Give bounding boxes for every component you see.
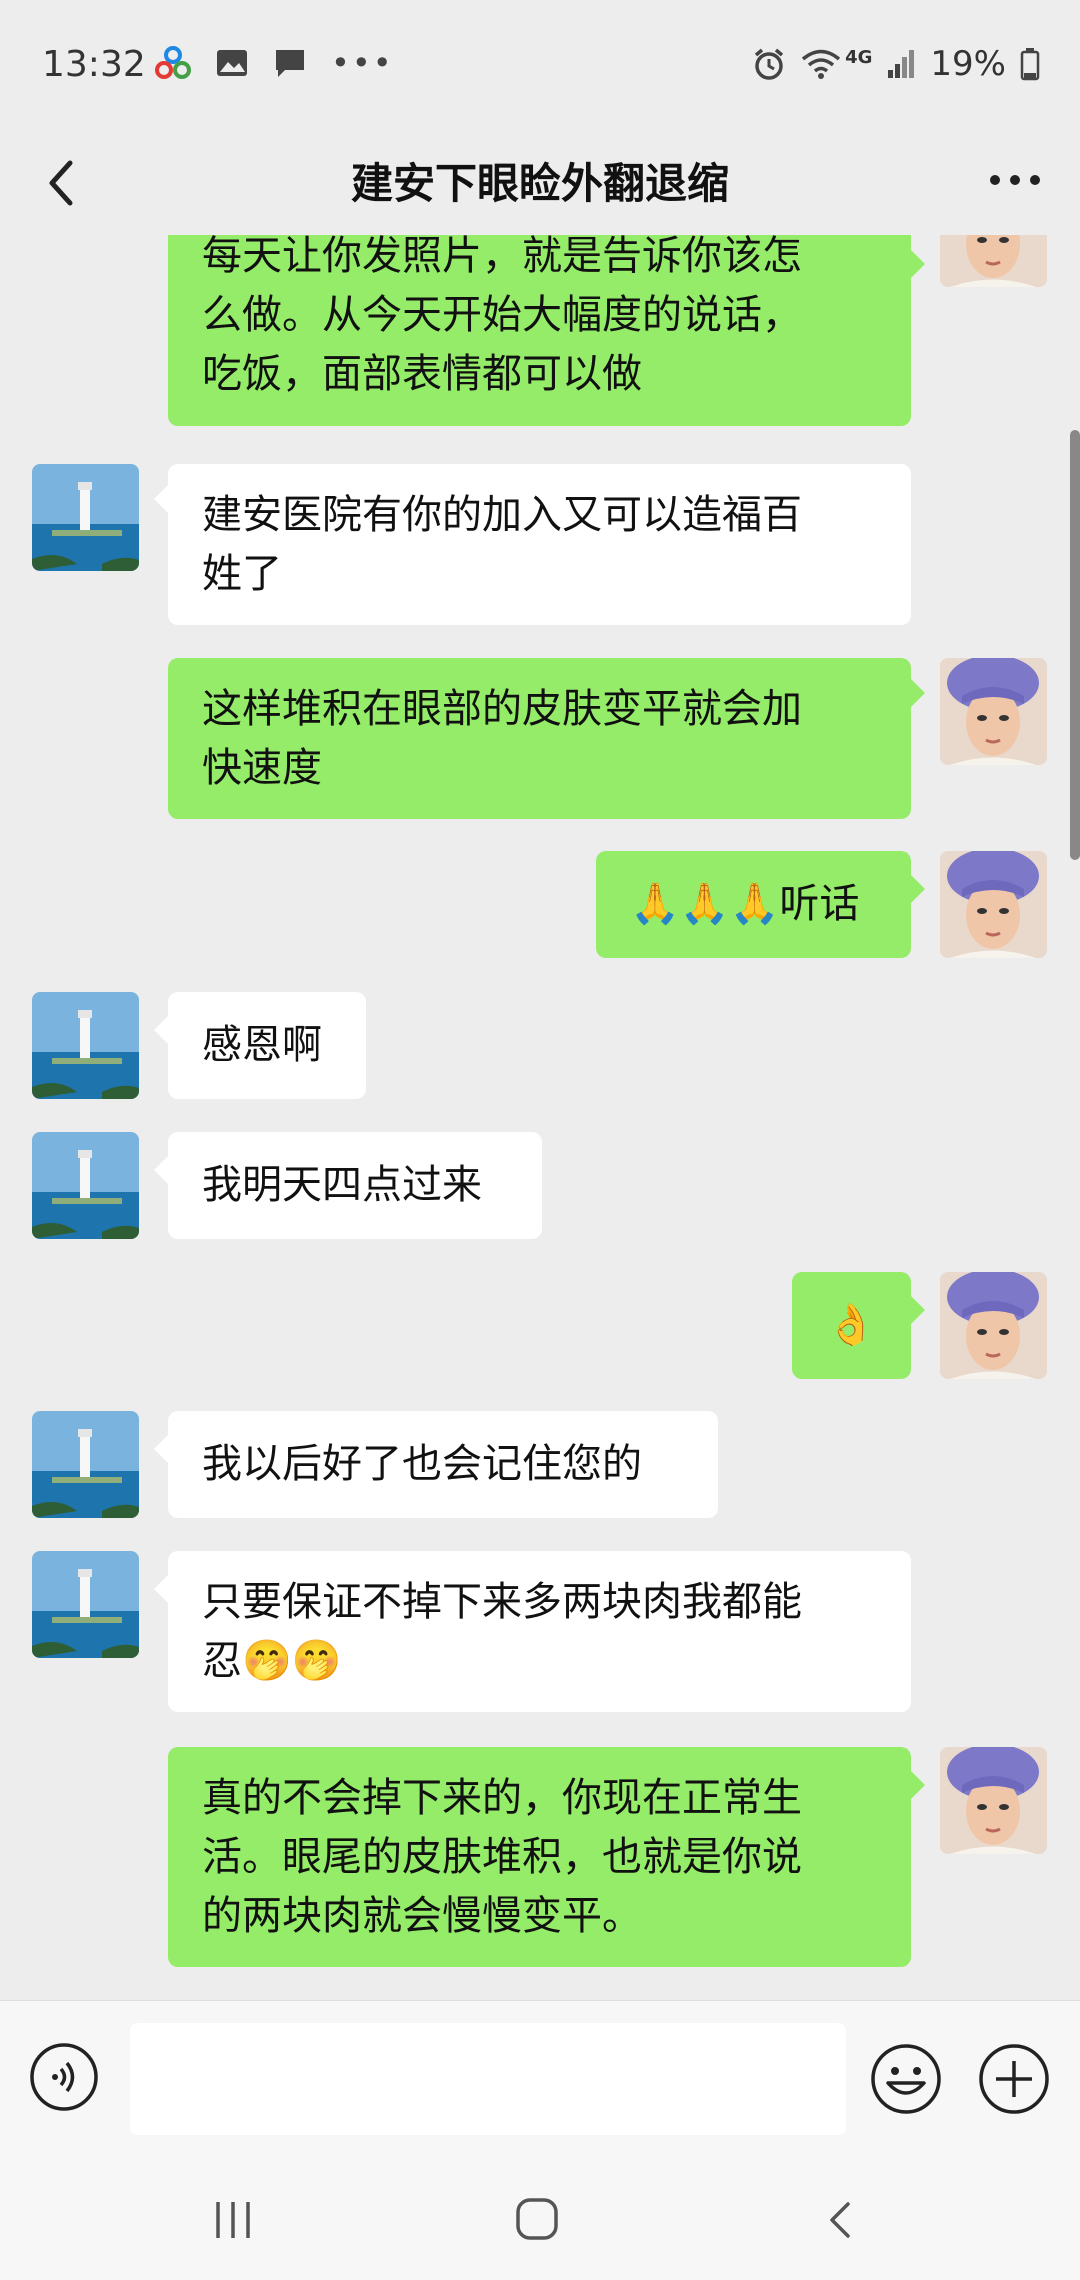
message-bubble-self[interactable]: 👌 [792, 1272, 911, 1379]
message-bubble-self[interactable]: 真的不会掉下来的，你现在正常生 活。眼尾的皮肤堆积，也就是你说 的两块肉就会慢慢… [168, 1747, 911, 1967]
signal-icon [888, 50, 915, 78]
scrollbar[interactable] [1070, 430, 1080, 860]
chat-title: 建安下眼睑外翻退缩 [350, 159, 729, 208]
status-notification-icons: ••• [155, 44, 394, 82]
home-icon[interactable] [514, 2196, 560, 2242]
app-notification-icon [155, 46, 191, 79]
wifi-icon [801, 49, 841, 79]
alarm-icon [754, 48, 784, 80]
avatar-other[interactable] [32, 992, 139, 1099]
gallery-icon [217, 50, 247, 76]
message-bubble-other[interactable]: 只要保证不掉下来多两块肉我都能 忍🤭🤭 [168, 1551, 911, 1712]
emoji-icon[interactable] [868, 2041, 944, 2117]
system-back-icon[interactable] [820, 2198, 860, 2242]
network-type: 4G [845, 46, 873, 68]
status-bar: 13:32 ••• 4G 19% [0, 0, 1080, 130]
avatar-self[interactable] [940, 658, 1047, 765]
chat-messages: 每天让你发照片，就是告诉你该怎 么做。从今天开始大幅度的说话， 吃饭，面部表情都… [0, 235, 1080, 2000]
message-bubble-other[interactable]: 我以后好了也会记住您的 [168, 1411, 718, 1518]
avatar-self[interactable] [940, 235, 1047, 287]
system-navigation-bar [0, 2160, 1080, 2280]
message-bubble-other[interactable]: 建安医院有你的加入又可以造福百 姓了 [168, 464, 911, 625]
battery-level: 19% [930, 44, 1006, 84]
message-bubble-self[interactable]: 🙏🙏🙏听话 [596, 851, 911, 958]
battery-icon [1020, 48, 1040, 81]
input-bar [0, 2000, 1080, 2161]
avatar-other[interactable] [32, 464, 139, 571]
status-right: 4G 19% [751, 44, 1040, 84]
more-options-icon[interactable] [980, 150, 1050, 210]
chat-header: 建安下眼睑外翻退缩 [0, 130, 1080, 245]
message-bubble-self[interactable]: 这样堆积在眼部的皮肤变平就会加 快速度 [168, 658, 911, 819]
voice-icon[interactable] [28, 2041, 100, 2113]
plus-icon[interactable] [976, 2041, 1052, 2117]
avatar-other[interactable] [32, 1132, 139, 1239]
message-bubble-other[interactable]: 感恩啊 [168, 992, 366, 1099]
more-notifications-icon: ••• [331, 44, 394, 82]
avatar-self[interactable] [940, 1747, 1047, 1854]
avatar-self[interactable] [940, 851, 1047, 958]
avatar-other[interactable] [32, 1411, 139, 1518]
message-input[interactable] [130, 2023, 846, 2135]
status-time: 13:32 [42, 44, 146, 85]
message-bubble-self[interactable]: 每天让你发照片，就是告诉你该怎 么做。从今天开始大幅度的说话， 吃饭，面部表情都… [168, 235, 911, 426]
avatar-self[interactable] [940, 1272, 1047, 1379]
recent-apps-icon[interactable] [210, 2198, 256, 2242]
message-bubble-other[interactable]: 我明天四点过来 [168, 1132, 542, 1239]
avatar-other[interactable] [32, 1551, 139, 1658]
message-icon [276, 50, 304, 77]
